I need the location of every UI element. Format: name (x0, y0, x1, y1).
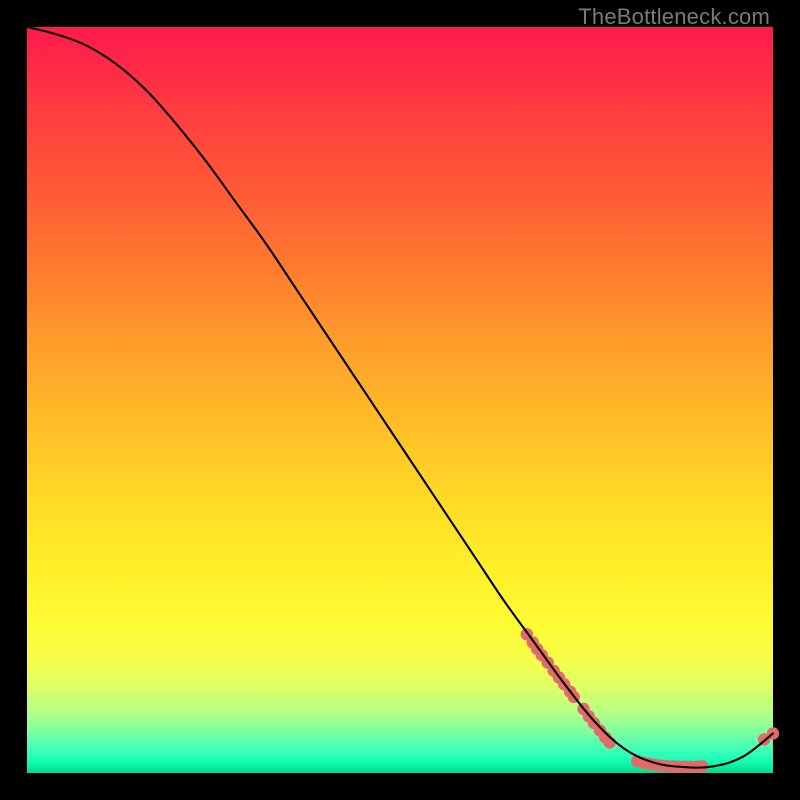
chart-stage: TheBottleneck.com (0, 0, 800, 800)
markers-layer (521, 628, 780, 773)
main-curve (27, 27, 773, 768)
plot-area (27, 27, 773, 773)
chart-svg (27, 27, 773, 773)
